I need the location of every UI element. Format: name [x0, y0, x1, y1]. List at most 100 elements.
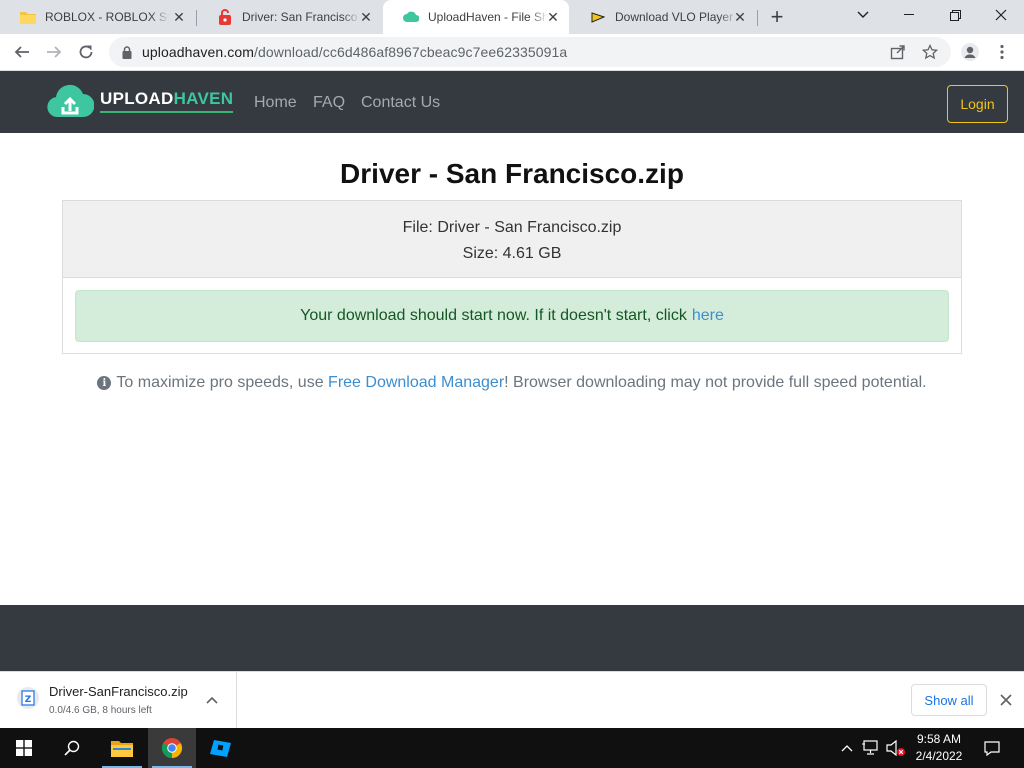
download-item[interactable]: Z Driver-SanFrancisco.zip 0.0/4.6 GB, 8 …: [0, 672, 237, 728]
close-icon[interactable]: ✕: [545, 9, 561, 25]
lock-icon[interactable]: [120, 45, 134, 59]
download-here-link[interactable]: here: [692, 307, 724, 325]
site-header: UPLOADHAVEN Home FAQ Contact Us: [0, 71, 1024, 133]
tab-uploadhaven[interactable]: UploadHaven - File Sha ✕: [383, 0, 569, 34]
url-text: uploadhaven.com/download/cc6d486af8967cb…: [142, 44, 567, 60]
file-explorer-button[interactable]: [98, 728, 146, 768]
close-icon[interactable]: ✕: [732, 9, 748, 25]
url-path: /download/cc6d486af8967cbeac9c7ee6233509…: [254, 44, 568, 60]
tab-separator: [757, 10, 758, 26]
clock-date: 2/4/2022: [915, 749, 963, 763]
chevron-down-icon: [857, 11, 869, 18]
roblox-studio-icon: [210, 740, 231, 757]
site-logo[interactable]: UPLOADHAVEN: [46, 81, 234, 121]
download-status: 0.0/4.6 GB, 8 hours left: [49, 705, 152, 716]
reload-button[interactable]: [72, 38, 100, 66]
start-button[interactable]: [0, 728, 48, 768]
windows-taskbar: 9:58 AM 2/4/2022: [0, 728, 1024, 768]
close-icon: [995, 9, 1007, 21]
chrome-button[interactable]: [148, 728, 196, 768]
minimize-icon: [904, 14, 914, 15]
uploadhaven-icon: [403, 9, 419, 25]
back-button[interactable]: [8, 38, 36, 66]
svg-text:Z: Z: [25, 695, 32, 705]
login-button[interactable]: Login: [947, 85, 1008, 123]
reload-icon: [79, 45, 93, 59]
chrome-icon: [161, 738, 183, 759]
more-vert-icon: [1000, 44, 1004, 60]
speed-tip: i To maximize pro speeds, use Free Downl…: [0, 374, 1024, 392]
action-center-button[interactable]: [980, 728, 1004, 768]
notifications-icon: [984, 741, 1000, 756]
forward-button[interactable]: [40, 38, 68, 66]
arrow-right-icon: [47, 46, 62, 58]
file-size-line: Size: 4.61 GB: [462, 245, 562, 262]
system-clock[interactable]: 9:58 AM 2/4/2022: [905, 731, 973, 765]
network-icon: [862, 740, 878, 755]
zip-file-icon: Z: [17, 687, 39, 709]
new-tab-button[interactable]: +: [764, 4, 790, 30]
menu-button[interactable]: [988, 38, 1016, 66]
tab-title: ROBLOX - ROBLOX Stan: [45, 10, 169, 24]
site-footer: [0, 605, 1024, 671]
windows-icon: [16, 740, 32, 756]
volume-muted-icon: [886, 740, 905, 756]
tab-search-button[interactable]: [840, 0, 886, 30]
file-name-line: File: Driver - San Francisco.zip: [402, 219, 622, 236]
download-shelf: Z Driver-SanFrancisco.zip 0.0/4.6 GB, 8 …: [0, 671, 1024, 728]
tab-title: Download VLO Player: [615, 10, 734, 24]
folder-icon: [20, 9, 36, 25]
download-file-name: Driver-SanFrancisco.zip: [49, 684, 188, 699]
alert-text: Your download should start now. If it do…: [300, 307, 687, 324]
restore-icon: [949, 9, 961, 21]
clock-time: 9:58 AM: [916, 732, 962, 746]
tab-title: UploadHaven - File Sha: [428, 10, 548, 24]
roblox-studio-button[interactable]: [197, 728, 245, 768]
share-icon[interactable]: [890, 44, 906, 60]
profile-button[interactable]: [956, 38, 984, 66]
browser-toolbar: uploadhaven.com/download/cc6d486af8967cb…: [0, 34, 1024, 71]
file-info-card: File: Driver - San Francisco.zip Size: 4…: [62, 200, 962, 354]
show-all-button[interactable]: Show all: [911, 684, 987, 716]
cloud-logo-icon: [47, 84, 94, 117]
info-icon: i: [97, 376, 112, 390]
page-title: Driver - San Francisco.zip: [340, 158, 684, 189]
address-bar[interactable]: uploadhaven.com/download/cc6d486af8967cb…: [109, 37, 951, 67]
minimize-button[interactable]: [886, 0, 932, 30]
tab-title: Driver: San Francisco Fr: [242, 10, 360, 24]
logo-text-haven: HAVEN: [173, 89, 234, 108]
vlo-icon: [590, 9, 606, 25]
chevron-up-icon[interactable]: [204, 692, 220, 708]
logo-text-upload: UPLOAD: [100, 89, 174, 108]
close-icon[interactable]: ✕: [171, 9, 187, 25]
download-alert: Your download should start now. If it do…: [75, 290, 949, 342]
restore-button[interactable]: [932, 0, 978, 30]
main-content: Driver - San Francisco.zip File: Driver …: [0, 133, 1024, 605]
search-button[interactable]: [48, 728, 96, 768]
lock-download-icon: [217, 9, 233, 25]
chevron-up-icon: [841, 745, 853, 752]
free-download-manager-link[interactable]: Free Download Manager: [328, 374, 504, 392]
speed-tip-prefix: To maximize pro speeds, use: [116, 374, 329, 391]
logo-text: UPLOADHAVEN: [100, 89, 234, 113]
browser-tab-strip: ROBLOX - ROBLOX Stan ✕ Driver: San Franc…: [0, 0, 1024, 34]
tab-driver-san-francisco[interactable]: Driver: San Francisco Fr ✕: [197, 0, 382, 34]
close-window-button[interactable]: [978, 0, 1024, 30]
file-details: File: Driver - San Francisco.zip Size: 4…: [63, 201, 961, 278]
network-button[interactable]: [860, 728, 882, 768]
arrow-left-icon: [14, 46, 29, 58]
search-icon: [64, 740, 80, 756]
speed-tip-suffix: ! Browser downloading may not provide fu…: [504, 374, 927, 391]
tab-vlo-player[interactable]: Download VLO Player ✕: [570, 0, 756, 34]
bookmark-star-icon[interactable]: [922, 44, 938, 60]
nav-home[interactable]: Home: [254, 94, 297, 112]
tray-overflow-button[interactable]: [838, 728, 856, 768]
close-icon[interactable]: [997, 691, 1015, 709]
url-host: uploadhaven.com: [142, 44, 255, 60]
nav-contact-us[interactable]: Contact Us: [361, 94, 440, 112]
avatar-icon: [961, 43, 979, 61]
nav-faq[interactable]: FAQ: [313, 94, 345, 112]
tab-roblox[interactable]: ROBLOX - ROBLOX Stan ✕: [0, 0, 195, 34]
close-icon[interactable]: ✕: [358, 9, 374, 25]
folder-icon: [111, 741, 133, 757]
